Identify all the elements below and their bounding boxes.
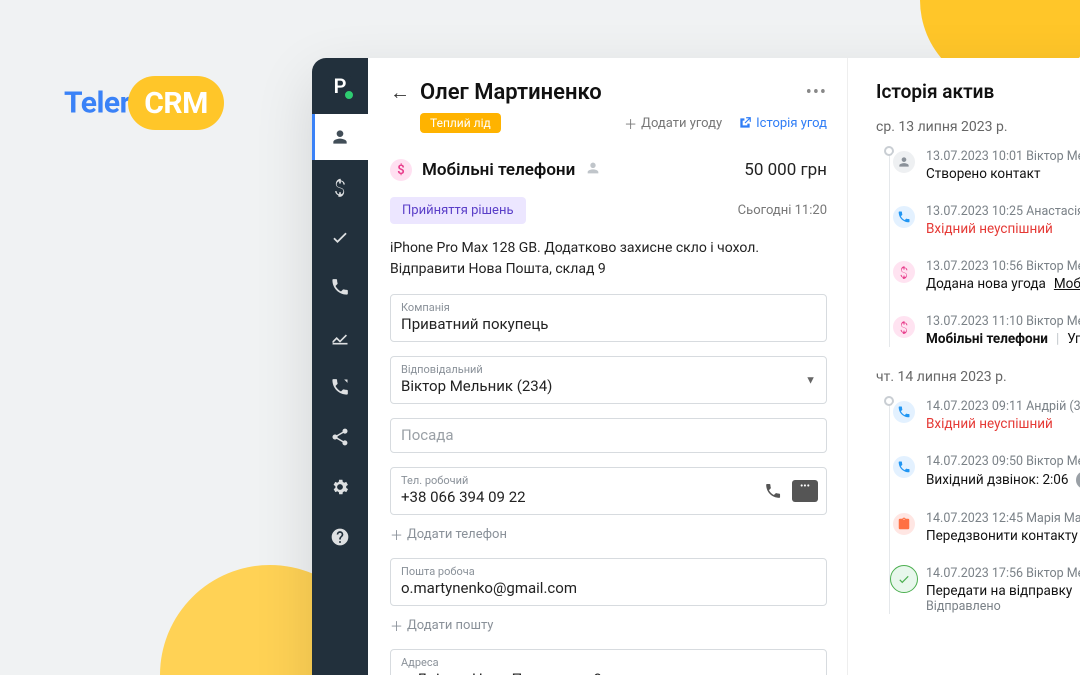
event-meta: 14.07.2023 17:56 Віктор Мельн: [926, 566, 1080, 581]
sidebar-item-help[interactable]: [312, 514, 368, 560]
event-meta: 13.07.2023 11:10 Віктор Мельн: [926, 314, 1080, 329]
event-text: Передати на відправку: [926, 583, 1080, 599]
add-email-button[interactable]: ＋Додати пошту: [390, 616, 827, 635]
currency-icon: $: [390, 159, 412, 181]
field-value: o.martynenko@gmail.com: [401, 579, 816, 597]
position-field[interactable]: Посада: [390, 418, 827, 453]
activity-panel: Історія актив ср. 13 липня 2023 р. 13.07.…: [848, 58, 1080, 675]
event-text: Вхідний неуспішний: [926, 416, 1080, 432]
event-text: Додана нова угода Мобільні те: [926, 276, 1080, 292]
event-meta: 14.07.2023 09:11 Андрій (335): [926, 399, 1080, 414]
event-text: Вихідний дзвінок: 2:06: [926, 471, 1080, 489]
deal-pink-icon: [890, 258, 918, 286]
contact-name: Олег Мартиненко: [420, 80, 796, 105]
more-menu-icon[interactable]: •••: [806, 82, 827, 103]
sidebar-item-callback[interactable]: [312, 364, 368, 410]
event-meta: 14.07.2023 09:50 Віктор Мельн: [926, 454, 1080, 469]
activity-event[interactable]: 14.07.2023 09:11 Андрій (335) Вхідний неу…: [890, 399, 1080, 432]
activity-event[interactable]: 14.07.2023 09:50 Віктор Мельн Вихідний дз…: [890, 454, 1080, 489]
activity-event[interactable]: 14.07.2023 12:45 Марія Малиш Передзвонити…: [890, 511, 1080, 544]
call-blue-icon: [890, 398, 918, 426]
nav-sidebar: P: [312, 58, 368, 675]
brand-logo: TelerCRM: [64, 76, 224, 130]
app-logo[interactable]: P: [326, 72, 354, 100]
activity-event[interactable]: 13.07.2023 10:25 Анастасія (33 Вхідний не…: [890, 204, 1080, 237]
ok-icon: [890, 565, 918, 593]
sidebar-item-share[interactable]: [312, 414, 368, 460]
field-label: Пошта робоча: [401, 565, 816, 578]
plus-icon: ＋: [390, 616, 403, 635]
field-placeholder: Посада: [401, 426, 816, 444]
field-value: +38 066 394 09 22: [401, 488, 816, 506]
person-icon: [890, 148, 918, 176]
event-text: Мобільні телефони|Угода пе: [926, 331, 1080, 347]
assignee-icon: [585, 160, 601, 180]
event-meta: 13.07.2023 10:25 Анастасія (33: [926, 204, 1080, 219]
event-meta: 14.07.2023 12:45 Марія Малиш: [926, 511, 1080, 526]
add-phone-button[interactable]: ＋Додати телефон: [390, 525, 827, 544]
field-value: Віктор Мельник (234): [401, 377, 816, 395]
work-phone-field[interactable]: Тел. робочий +38 066 394 09 22: [390, 467, 827, 515]
sidebar-item-deals[interactable]: [312, 164, 368, 210]
deal-pink-icon: [890, 313, 918, 341]
sms-icon[interactable]: [792, 480, 818, 502]
sidebar-item-contacts[interactable]: [312, 114, 368, 160]
deal-stage-pill[interactable]: Прийняття рішень: [390, 197, 526, 224]
app-window: P ← Олег Мартиненко: [312, 58, 1080, 675]
plus-icon: ＋: [624, 114, 637, 133]
company-field[interactable]: Компанія Приватний покупець: [390, 294, 827, 342]
event-sub: Відправлено: [926, 599, 1080, 614]
work-email-field[interactable]: Пошта робоча o.martynenko@gmail.com: [390, 558, 827, 606]
call-icon[interactable]: [762, 480, 784, 502]
event-text: Передзвонити контакту о 16:0: [926, 528, 1080, 544]
back-arrow-icon[interactable]: ←: [390, 80, 410, 105]
event-text: Створено контакт: [926, 166, 1080, 182]
chevron-down-icon: ▼: [805, 374, 816, 387]
day-label: ср. 13 липня 2023 р.: [876, 119, 1080, 135]
field-value: м.Дніпро, Нова Пошта, скл.9: [401, 670, 816, 675]
task-red-icon: [890, 510, 918, 538]
event-meta: 13.07.2023 10:01 Віктор Мельн: [926, 149, 1080, 164]
sidebar-item-tasks[interactable]: [312, 214, 368, 260]
activity-event[interactable]: 13.07.2023 10:01 Віктор Мельн Створено ко…: [890, 149, 1080, 182]
event-meta: 13.07.2023 10:56 Віктор Мельн: [926, 259, 1080, 274]
plus-icon: ＋: [390, 525, 403, 544]
activity-event[interactable]: 13.07.2023 11:10 Віктор Мельн Мобільні те…: [890, 314, 1080, 347]
deal-amount: 50 000 грн: [744, 160, 827, 180]
call-blue-icon: [890, 203, 918, 231]
activity-event[interactable]: 14.07.2023 17:56 Віктор Мельн Передати на…: [890, 566, 1080, 614]
field-label: Компанія: [401, 301, 816, 314]
deal-stage-time: Сьогодні 11:20: [738, 203, 827, 218]
contact-panel: ← Олег Мартиненко ••• Теплий лід ＋Додати…: [368, 58, 848, 675]
sidebar-item-calls[interactable]: [312, 264, 368, 310]
sidebar-item-analytics[interactable]: [312, 314, 368, 360]
deal-title[interactable]: Мобільні телефони: [422, 160, 575, 180]
deal-note: iPhone Pro Max 128 GB. Додатково захисне…: [390, 238, 827, 280]
field-label: Адреса: [401, 656, 816, 669]
event-text: Вхідний неуспішний: [926, 221, 1080, 237]
day-label: чт. 14 липня 2023 р.: [876, 369, 1080, 385]
add-deal-button[interactable]: ＋Додати угоду: [624, 114, 722, 133]
deal-history-link[interactable]: Історія угод: [738, 116, 827, 131]
field-label: Відповідальний: [401, 363, 816, 376]
address-field[interactable]: Адреса м.Дніпро, Нова Пошта, скл.9: [390, 649, 827, 675]
activity-event[interactable]: 13.07.2023 10:56 Віктор Мельн Додана нова…: [890, 259, 1080, 292]
lead-tag[interactable]: Теплий лід: [420, 113, 501, 133]
activity-title: Історія актив: [876, 80, 1080, 103]
external-link-icon: [738, 116, 752, 130]
call-blue-icon: [890, 453, 918, 481]
sidebar-item-settings[interactable]: [312, 464, 368, 510]
owner-select[interactable]: Відповідальний Віктор Мельник (234) ▼: [390, 356, 827, 404]
field-value: Приватний покупець: [401, 315, 816, 333]
field-label: Тел. робочий: [401, 474, 816, 487]
play-icon[interactable]: [1076, 471, 1080, 489]
